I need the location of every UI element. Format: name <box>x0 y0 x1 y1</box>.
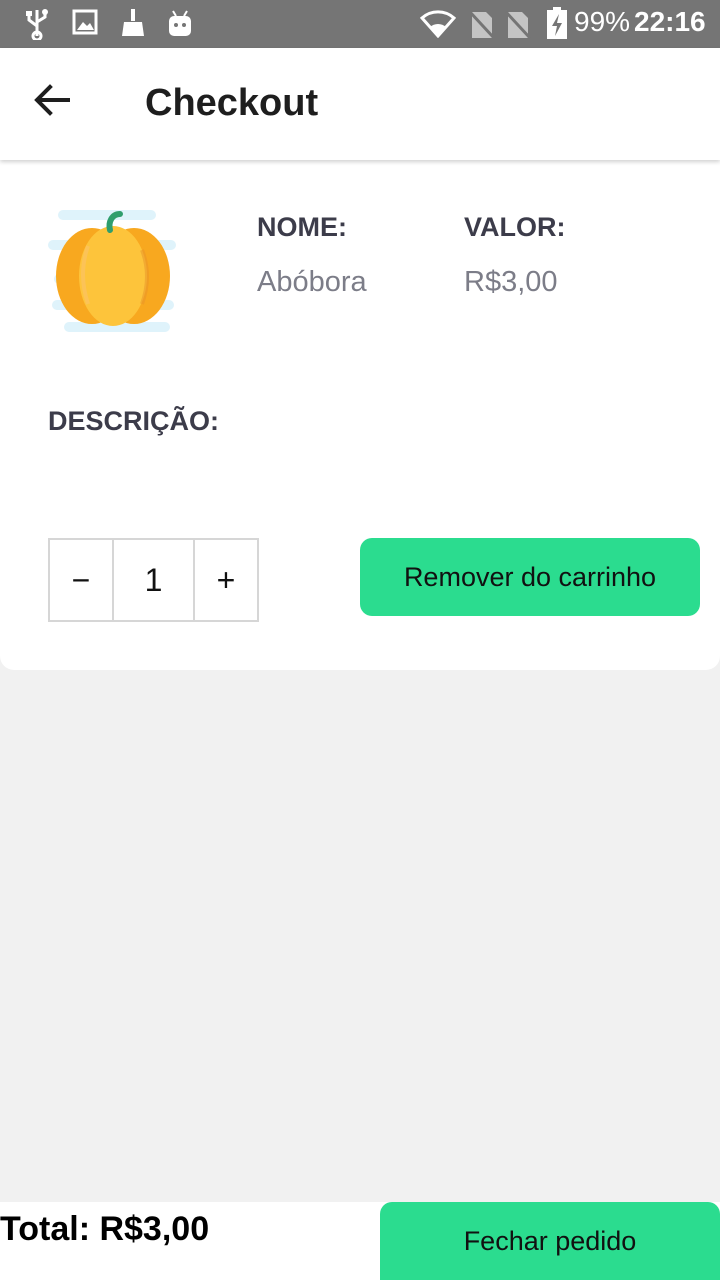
quantity-value: 1 <box>112 540 195 620</box>
app-bar: Checkout <box>0 48 720 160</box>
cart-item-card: NOME: Abóbora VALOR: R$3,00 DESCRIÇÃO: −… <box>0 160 720 670</box>
battery-charging-icon <box>546 6 568 45</box>
close-order-button[interactable]: Fechar pedido <box>380 1202 720 1280</box>
product-price: R$3,00 <box>464 266 558 298</box>
pumpkin-icon <box>48 204 178 336</box>
battery-percent: 99% <box>574 6 631 37</box>
wifi-icon <box>419 10 457 43</box>
name-label: NOME: <box>257 212 347 242</box>
no-sim-icon <box>468 10 496 45</box>
clock: 22:16 <box>634 6 706 37</box>
checkout-bar: Total: R$3,00 Fechar pedido <box>0 1202 720 1280</box>
page-title: Checkout <box>145 82 319 124</box>
decrement-button[interactable]: − <box>50 540 112 620</box>
increment-button[interactable]: + <box>195 540 257 620</box>
status-bar: 99% 22:16 <box>0 0 720 48</box>
back-button[interactable] <box>28 78 76 126</box>
price-label: VALOR: <box>464 212 566 242</box>
android-icon <box>166 8 194 43</box>
quantity-stepper: − 1 + <box>48 538 259 622</box>
broom-icon <box>120 8 146 43</box>
usb-icon <box>24 8 50 45</box>
no-sim-icon <box>504 10 532 45</box>
arrow-left-icon <box>34 83 70 121</box>
remove-from-cart-button[interactable]: Remover do carrinho <box>360 538 700 616</box>
description-label: DESCRIÇÃO: <box>48 406 220 436</box>
order-total: Total: R$3,00 <box>0 1210 210 1248</box>
product-name: Abóbora <box>257 266 367 298</box>
image-icon <box>72 8 98 41</box>
